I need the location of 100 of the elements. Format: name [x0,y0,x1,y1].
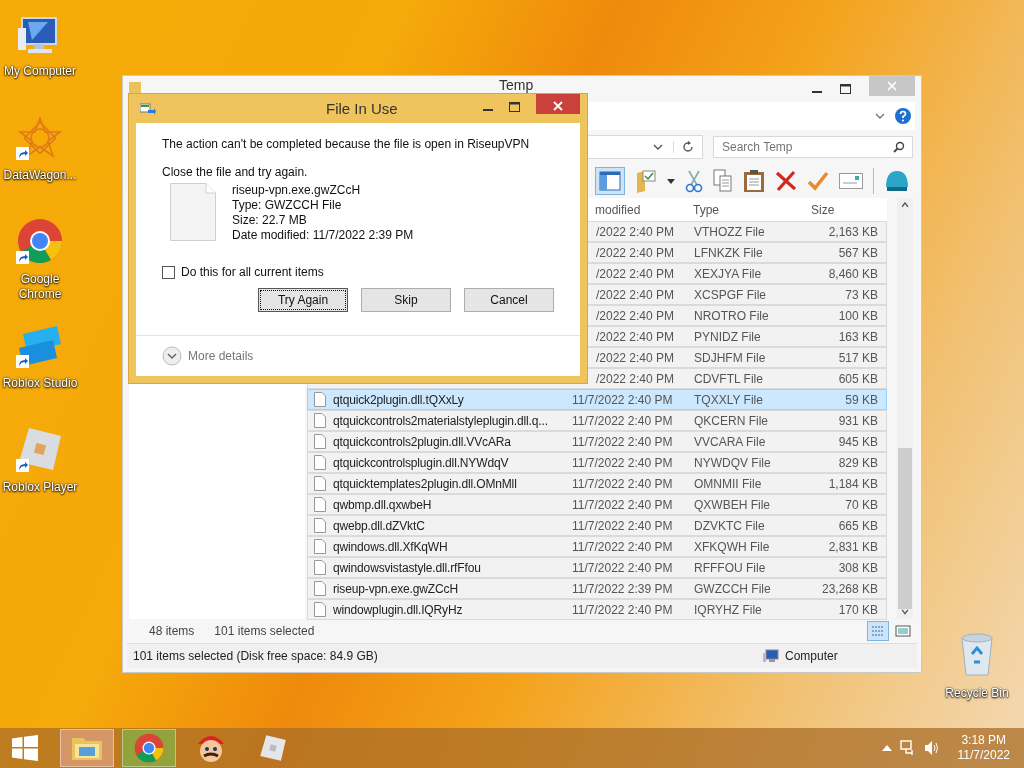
file-name: qwbmp.dll.qxwbeH [333,497,432,512]
location-label: Computer [785,649,838,663]
file-name: qtquickcontrols2materialstyleplugin.dll.q... [333,413,548,428]
column-header[interactable]: Type [687,202,805,217]
taskbar-app[interactable] [122,729,176,767]
caret-icon[interactable] [667,178,675,184]
file-row[interactable]: qtquick2plugin.dll.tQXxLy 11/7/2022 2:40 PM TQXXLY File 59 KB [307,389,887,410]
file-row[interactable]: qwebp.dll.dZVktC 11/7/2022 2:40 PM DZVKTC File 665 KB [307,515,887,536]
folder-check-icon[interactable] [635,169,657,193]
type-cell-text: CDVFTL File [693,371,764,386]
clipboard-icon[interactable] [743,169,765,193]
shell-icon[interactable] [884,169,910,193]
file-row[interactable]: riseup-vpn.exe.gwZCcH 11/7/2022 2:39 PM GWZCCH File 23,268 KB [307,578,887,599]
scroll-up-icon[interactable] [901,202,909,208]
volume-icon[interactable] [923,740,940,756]
file-row[interactable]: qwbmp.dll.qxwbeH 11/7/2022 2:40 PM QXWBEH File 70 KB [307,494,887,515]
file-icon [314,539,326,554]
column-header[interactable]: Size [805,202,879,217]
size-cell-text: 70 KB [844,497,879,512]
search-field[interactable]: Search Temp [713,136,913,158]
type-cell-text: QXWBEH File [693,497,771,512]
refresh-icon[interactable] [673,141,694,153]
size-cell-text: 1,184 KB [827,476,879,491]
type-cell-text: DZVKTC File [693,518,766,533]
chevron-down-icon[interactable] [653,143,663,151]
dialog-button[interactable]: Try Again [258,288,348,312]
size-cell-text: 829 KB [837,455,879,470]
size-cell-text: 100 KB [837,308,879,323]
type-cell-text: XCSPGF File [693,287,767,302]
file-icon [314,476,326,491]
scroll-down-icon[interactable] [901,609,909,615]
file-type: Type: GWZCCH File [232,198,343,213]
roblox-tile-icon[interactable] [17,426,63,472]
file-name: qtquickcontrols2plugin.dll.VVcARa [333,434,511,449]
size-cell-text: 308 KB [837,560,879,575]
date-cell-text: 11/7/2022 2:40 PM [571,476,674,491]
star-pattern-icon[interactable] [18,116,62,160]
type-cell-text: VTHOZZ File [693,224,766,239]
delete-icon[interactable] [775,170,797,192]
date-cell-text: /2022 2:40 PM [595,329,676,344]
thumbnail-view-icon[interactable] [895,624,911,638]
dialog-instruction: Close the file and try again. [162,165,309,179]
file-icon [314,434,326,449]
file-row[interactable]: qtquickcontrols2materialstyleplugin.dll.q... 11/7/2022 2:40 PM QKCERN File 931 KB [307,410,887,431]
close-button[interactable] [536,94,580,114]
copy-icon[interactable] [713,169,733,193]
file-icon [314,602,326,617]
size-cell-text: 59 KB [844,392,879,407]
help-icon[interactable] [895,108,911,124]
file-row[interactable]: qtquickcontrols2plugin.dll.VVcARa 11/7/2022 2:40 PM VVCARA File 945 KB [307,431,887,452]
file-name: riseup-vpn.exe.gwZCcH [333,581,458,596]
more-details-link[interactable]: More details [188,349,254,363]
cut-icon[interactable] [685,169,703,193]
dialog-message: The action can't be completed because the file is open in RiseupVPN [162,137,531,151]
scrollbar[interactable] [897,198,913,619]
file-size: Size: 22.7 MB [232,213,308,228]
computer-icon [763,649,779,663]
dialog-button[interactable]: Cancel [464,288,554,312]
file-icon [314,455,326,470]
chevron-up-icon[interactable] [881,745,892,751]
selected-count: 101 items selected [214,624,315,638]
close-icon [553,101,563,111]
date-cell-text: 11/7/2022 2:40 PM [571,497,674,512]
file-row[interactable]: qwindowsvistastyle.dll.rfFfou 11/7/2022 2:40 PM RFFFOU File 308 KB [307,557,887,578]
size-cell-text: 8,460 KB [827,266,879,281]
date-cell-text: /2022 2:40 PM [595,224,676,239]
type-cell-text: NYWDQV File [693,455,772,470]
dialog-button[interactable]: Skip [361,288,451,312]
checkbox[interactable] [162,265,175,279]
file-icon [170,183,216,241]
file-row[interactable]: qwindows.dll.XfKqWH 11/7/2022 2:40 PM XFKQWH File 2,831 KB [307,536,887,557]
rename-icon[interactable] [839,173,863,189]
status-text: 101 items selected (Disk free space: 84.9 GB) [132,649,379,663]
date-cell-text: /2022 2:40 PM [595,308,676,323]
file-row[interactable]: windowplugin.dll.IQRyHz 11/7/2022 2:40 PM IQRYHZ File 170 KB [307,599,887,620]
chevron-down-icon[interactable] [875,112,885,120]
maximize-icon[interactable] [509,102,520,112]
windows-logo-icon[interactable] [12,735,38,761]
file-name: qwindowsvistastyle.dll.rfFfou [333,560,481,575]
recycle-bin-icon[interactable] [960,632,994,676]
layout-pane-icon[interactable] [595,167,625,195]
chrome-icon[interactable] [17,218,63,264]
item-count: 48 items [149,624,195,638]
size-cell-text: 73 KB [844,287,879,302]
file-row[interactable]: qtquicktemplates2plugin.dll.OMnMll 11/7/2022 2:40 PM OMNMII File 1,184 KB [307,473,887,494]
maximize-icon[interactable] [840,84,851,94]
clock-date: 11/7/2022 [957,748,1010,763]
file-row[interactable]: qtquickcontrolsplugin.dll.NYWdqV 11/7/2022 2:40 PM NYWDQV File 829 KB [307,452,887,473]
file-icon [314,392,326,407]
type-cell-text: NROTRO File [693,308,770,323]
file-name: windowplugin.dll.IQRyHz [333,602,463,617]
dialog-title: File In Use [326,100,398,117]
date-cell-text: 11/7/2022 2:40 PM [571,392,674,407]
size-cell-text: 945 KB [837,434,879,449]
date-cell-text: 11/7/2022 2:39 PM [571,581,674,596]
folder-icon[interactable] [129,80,141,94]
network-icon[interactable] [899,740,916,756]
size-cell-text: 2,831 KB [827,539,879,554]
checkmark-icon[interactable] [807,171,829,191]
size-cell-text: 163 KB [837,329,879,344]
